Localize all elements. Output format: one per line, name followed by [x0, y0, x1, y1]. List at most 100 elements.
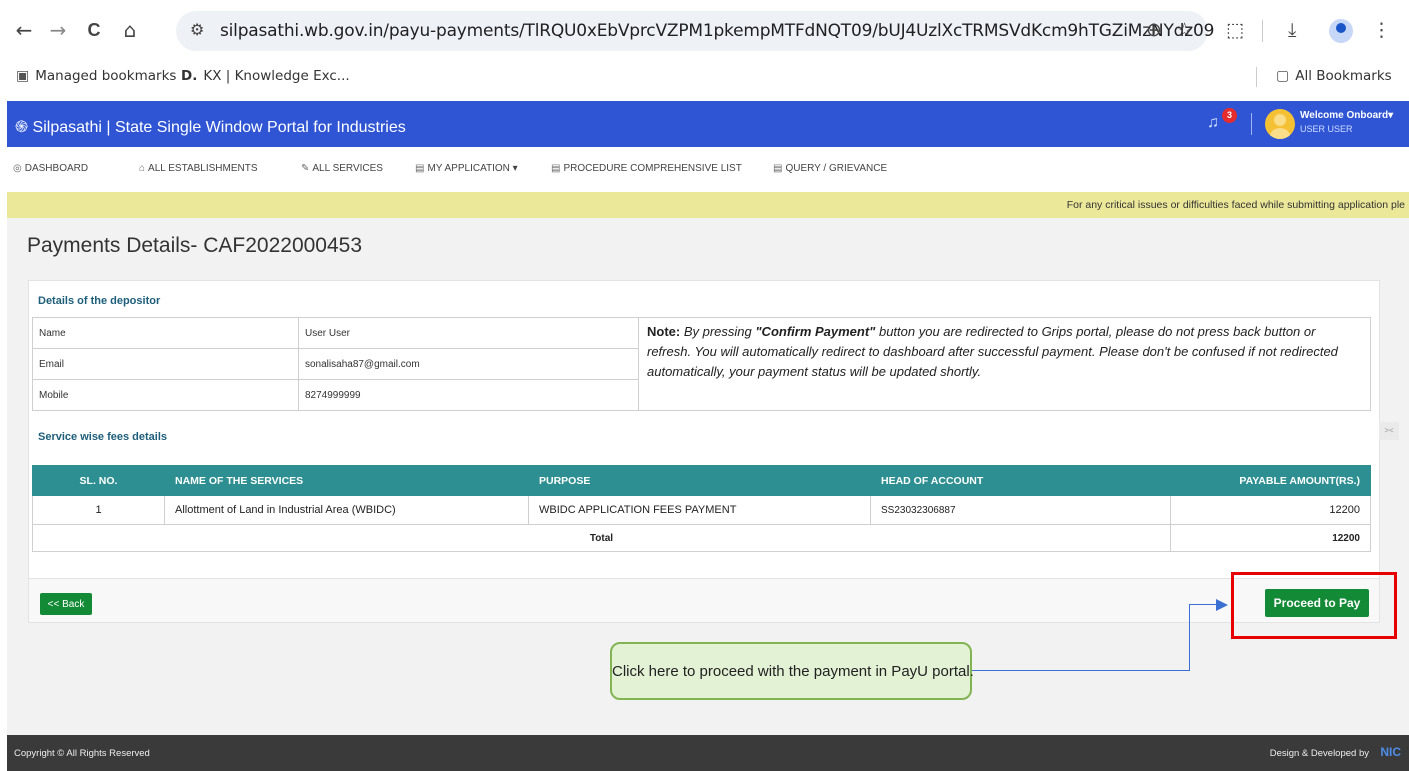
- download-icon[interactable]: ⤓: [1288, 19, 1296, 41]
- total-label: Total: [32, 524, 1171, 552]
- cell-purpose: WBIDC APPLICATION FEES PAYMENT: [528, 495, 871, 525]
- menu-label: My Application: [427, 163, 510, 174]
- side-collapse-tab[interactable]: ><: [1379, 422, 1399, 440]
- total-row: Total 12200: [32, 524, 1371, 552]
- app-header: ֍ Silpasathi | State Single Window Porta…: [7, 101, 1409, 147]
- bookmark-kx[interactable]: D. KX | Knowledge Exc...: [181, 68, 350, 84]
- col-payable-amount: Payable Amount(Rs.): [1170, 465, 1371, 496]
- folder-icon: ▢: [1276, 68, 1290, 84]
- cell-amount: 12200: [1170, 495, 1371, 525]
- page-title: Payments Details- CAF2022000453: [27, 234, 363, 257]
- user-avatar[interactable]: [1265, 109, 1295, 139]
- col-purpose: Purpose: [528, 465, 871, 496]
- menu-label: Query / Grievance: [785, 163, 888, 174]
- menu-all-services[interactable]: ✎ All Services: [301, 163, 383, 174]
- all-bookmarks[interactable]: ▢ All Bookmarks: [1276, 68, 1392, 84]
- depositor-heading: Details of the depositor: [38, 295, 161, 307]
- callout-connector: [1189, 604, 1190, 671]
- back-arrow-icon[interactable]: ←: [12, 18, 36, 42]
- reload-icon[interactable]: C: [82, 18, 106, 42]
- page-footer: Copyright © All Rights Reserved Design &…: [7, 735, 1409, 771]
- app-title[interactable]: ֍ Silpasathi | State Single Window Porta…: [15, 115, 406, 137]
- payment-card: Details of the depositor Name User User …: [28, 280, 1380, 623]
- managed-bookmarks[interactable]: ▣ Managed bookmarks: [16, 68, 176, 84]
- developer-credit: Design & Developed by: [1269, 748, 1369, 759]
- cell-head: SS23032306887: [870, 495, 1171, 525]
- depositor-table: Name User User Note: By pressing "Confir…: [32, 317, 1371, 411]
- menu-procedure-list[interactable]: ▤ Procedure Comprehensive List: [551, 163, 742, 174]
- caret-down-icon: ▾: [1388, 110, 1394, 121]
- toolbar-divider: [1262, 20, 1263, 42]
- app-title-text: Silpasathi | State Single Window Portal …: [32, 119, 406, 136]
- menu-label: All Services: [312, 163, 383, 174]
- kx-favicon-icon: D.: [181, 68, 198, 84]
- welcome-dropdown[interactable]: Welcome Onboard▾: [1300, 110, 1393, 121]
- notice-text: For any critical issues or difficulties …: [1066, 199, 1405, 211]
- url-text[interactable]: silpasathi.wb.gov.in/payu-payments/TlRQU…: [220, 21, 1214, 41]
- header-divider: [1251, 113, 1252, 135]
- total-amount: 12200: [1170, 524, 1371, 552]
- dashboard-icon: ◎: [13, 163, 22, 174]
- bookmark-star-icon[interactable]: ☆: [1176, 19, 1193, 41]
- back-button[interactable]: << Back: [40, 593, 92, 615]
- menu-dashboard[interactable]: ◎ Dashboard: [13, 163, 88, 174]
- site-info-icon[interactable]: ⚙: [190, 20, 204, 39]
- browser-toolbar: ← → C ⌂ ⚙ silpasathi.wb.gov.in/payu-paym…: [0, 0, 1409, 60]
- forward-arrow-icon[interactable]: →: [46, 18, 70, 42]
- email-label: Email: [32, 348, 299, 380]
- document-icon: ▤: [415, 163, 425, 174]
- name-label: Name: [32, 317, 299, 349]
- welcome-text: Welcome Onboard: [1300, 110, 1389, 121]
- note-button-name: "Confirm Payment": [755, 324, 876, 339]
- copyright-text: Copyright © All Rights Reserved: [14, 748, 150, 759]
- notice-marquee: For any critical issues or difficulties …: [7, 192, 1409, 218]
- fees-heading: Service wise fees details: [38, 431, 168, 443]
- profile-avatar-icon[interactable]: [1329, 19, 1353, 43]
- col-sl-no: Sl. No.: [32, 465, 165, 496]
- notification-badge: 3: [1222, 108, 1237, 123]
- mobile-label: Mobile: [32, 379, 299, 411]
- list-icon: ▤: [773, 163, 783, 174]
- card-footer: << Back Proceed to Pay: [29, 578, 1379, 622]
- note-label: Note:: [647, 324, 681, 339]
- browser-menu-icon[interactable]: ⋮: [1372, 19, 1391, 41]
- extensions-icon[interactable]: ⬚: [1226, 19, 1244, 41]
- bell-icon[interactable]: ♫: [1207, 114, 1219, 132]
- payment-note: Note: By pressing "Confirm Payment" butt…: [638, 317, 1371, 411]
- menu-label: All Establishments: [148, 163, 258, 174]
- highlight-box: [1231, 572, 1397, 639]
- cell-sl: 1: [32, 495, 165, 525]
- bookmarks-bar: ▣ Managed bookmarks D. KX | Knowledge Exc.…: [0, 60, 1409, 94]
- menu-query-grievance[interactable]: ▤ Query / Grievance: [773, 163, 887, 174]
- note-text: By pressing: [683, 324, 756, 339]
- zoom-icon[interactable]: ⊕: [1146, 19, 1162, 41]
- portal-logo-icon: ֍: [15, 119, 29, 136]
- fees-table: Sl. No. Name of the Services Purpose Hea…: [32, 465, 1371, 552]
- all-bookmarks-label: All Bookmarks: [1295, 68, 1392, 84]
- bookmark-kx-label: KX | Knowledge Exc...: [203, 68, 350, 84]
- callout-text: Click here to proceed with the payment i…: [612, 663, 974, 680]
- callout-connector: [1189, 604, 1217, 605]
- col-service-name: Name of the Services: [164, 465, 529, 496]
- menu-all-establishments[interactable]: ⌂ All Establishments: [139, 163, 258, 174]
- email-value: sonalisaha87@gmail.com: [298, 348, 639, 380]
- menu-label: Procedure Comprehensive List: [563, 163, 742, 174]
- list-icon: ▤: [551, 163, 561, 174]
- main-menu: ◎ Dashboard ⌂ All Establishments ✎ All Serv…: [7, 147, 1409, 192]
- caret-down-icon: ▾: [512, 163, 518, 174]
- wrench-icon: ✎: [301, 163, 310, 174]
- callout-connector: [972, 670, 1190, 671]
- mobile-value: 8274999999: [298, 379, 639, 411]
- menu-my-application[interactable]: ▤ My Application ▾: [415, 163, 518, 174]
- col-head-of-account: Head of Account: [870, 465, 1171, 496]
- menu-label: Dashboard: [24, 163, 89, 174]
- building-icon: ⌂: [139, 163, 146, 174]
- managed-bookmarks-label: Managed bookmarks: [35, 68, 177, 84]
- annotation-callout: Click here to proceed with the payment i…: [610, 642, 974, 700]
- user-name: USER USER: [1300, 124, 1353, 134]
- home-icon[interactable]: ⌂: [118, 18, 142, 42]
- bookmarks-divider: [1256, 67, 1257, 87]
- table-header-row: Sl. No. Name of the Services Purpose Hea…: [32, 465, 1371, 496]
- arrow-head-icon: [1216, 599, 1228, 611]
- nic-logo: NIC: [1380, 745, 1401, 759]
